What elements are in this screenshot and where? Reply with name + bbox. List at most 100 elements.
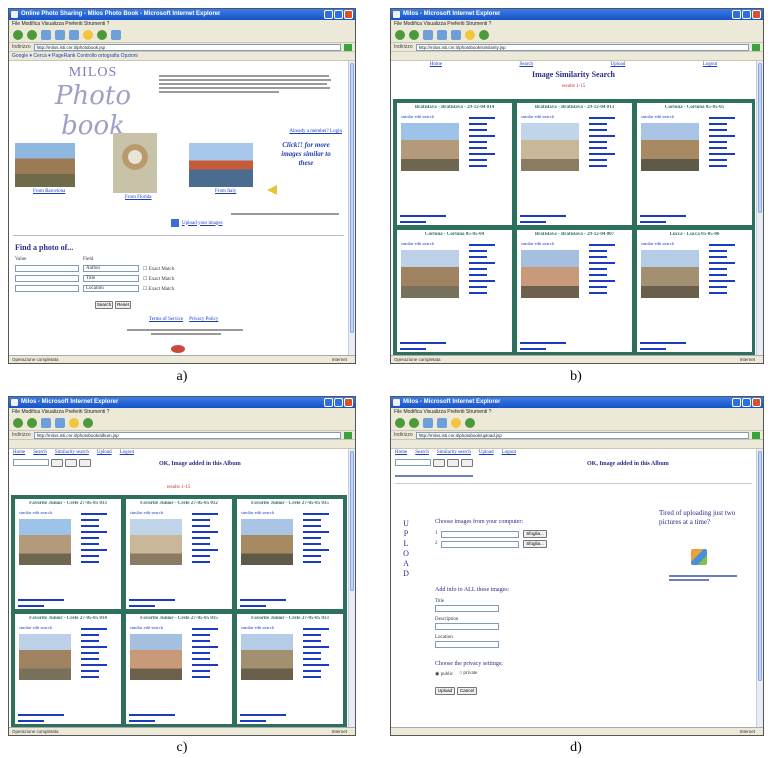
refresh-icon[interactable] — [55, 30, 65, 40]
result-actions[interactable]: similar edit search — [130, 625, 163, 631]
file-input-2[interactable] — [441, 541, 519, 548]
album-view-button[interactable] — [51, 459, 63, 467]
forward-icon[interactable] — [409, 418, 419, 428]
album-create-button[interactable] — [65, 459, 77, 467]
result-photo[interactable] — [521, 250, 579, 298]
menu-bar[interactable]: File Modifica Visualizza Preferiti Strum… — [391, 20, 763, 28]
minimize-button[interactable] — [732, 10, 741, 19]
reset-button[interactable]: Reset — [115, 301, 131, 309]
forward-icon[interactable] — [409, 30, 419, 40]
upload-link[interactable]: Upload your images — [182, 221, 223, 226]
privacy-link[interactable]: Privacy Policy — [189, 317, 218, 322]
google-toolbar[interactable] — [391, 440, 763, 449]
exact-match-2[interactable]: ☐ Exact Match — [143, 276, 174, 282]
minimize-button[interactable] — [324, 10, 333, 19]
nav-search[interactable]: Search — [415, 450, 429, 455]
result-actions[interactable]: similar edit search — [521, 114, 554, 120]
field-select-2[interactable]: Title — [83, 275, 139, 282]
history-icon[interactable] — [97, 30, 107, 40]
title-input[interactable] — [435, 605, 499, 612]
album-select[interactable] — [395, 459, 431, 466]
maximize-button[interactable] — [334, 10, 343, 19]
google-toolbar[interactable] — [9, 440, 355, 449]
result-photo[interactable] — [641, 123, 699, 171]
address-input[interactable]: http://milos.isti.cnr.it/photobook/album… — [33, 431, 341, 439]
result-actions[interactable]: similar edit search — [241, 625, 274, 631]
album-select[interactable] — [13, 459, 49, 466]
favorites-icon[interactable] — [69, 418, 79, 428]
search-value-1[interactable] — [15, 265, 79, 272]
address-input[interactable]: http://milos.isti.cnr.it/photobook/uploa… — [415, 431, 749, 439]
go-button[interactable] — [752, 43, 760, 51]
result-actions[interactable]: similar edit search — [241, 510, 274, 516]
maximize-button[interactable] — [334, 398, 343, 407]
result-actions[interactable]: similar edit search — [641, 241, 674, 247]
forward-icon[interactable] — [27, 418, 37, 428]
google-toolbar[interactable]: Google ▾ Cerca ▾ PageRank Controllo orto… — [9, 52, 355, 61]
favorites-icon[interactable] — [451, 418, 461, 428]
go-button[interactable] — [752, 431, 760, 439]
sample-photo-2[interactable] — [113, 133, 157, 193]
nav-logout[interactable]: Logout — [703, 62, 717, 67]
refresh-icon[interactable] — [437, 418, 447, 428]
nav-similarity[interactable]: Similarity search — [55, 450, 89, 455]
stop-icon[interactable] — [423, 418, 433, 428]
result-actions[interactable]: similar edit search — [130, 510, 163, 516]
field-select-1[interactable]: Author — [83, 265, 139, 272]
browse-button-1[interactable]: Sfoglia... — [523, 530, 547, 538]
refresh-icon[interactable] — [437, 30, 447, 40]
upload-tool-icon[interactable] — [691, 549, 707, 565]
favorites-icon[interactable] — [83, 30, 93, 40]
privacy-public-radio[interactable]: ◉ public — [435, 671, 453, 677]
photo-caption[interactable]: From Barcelona — [33, 189, 65, 194]
maximize-button[interactable] — [742, 398, 751, 407]
upload-button[interactable]: Upload — [435, 687, 455, 695]
click-more-text[interactable]: Click!! for more images similar to these — [281, 141, 331, 168]
home-icon[interactable] — [69, 30, 79, 40]
back-icon[interactable] — [395, 418, 405, 428]
address-input[interactable]: http://milos.isti.cnr.it/photobook.jsp — [33, 43, 341, 51]
go-button[interactable] — [344, 431, 352, 439]
home-icon[interactable] — [451, 30, 461, 40]
terms-link[interactable]: Terms of Service — [149, 317, 183, 322]
result-actions[interactable]: similar edit search — [401, 241, 434, 247]
album-delete-button[interactable] — [461, 459, 473, 467]
nav-upload[interactable]: Upload — [479, 450, 494, 455]
result-photo[interactable] — [401, 123, 459, 171]
privacy-private-radio[interactable]: ○ private — [459, 671, 477, 677]
exact-match-1[interactable]: ☐ Exact Match — [143, 266, 174, 272]
result-actions[interactable]: similar edit search — [401, 114, 434, 120]
stop-icon[interactable] — [41, 30, 51, 40]
refresh-icon[interactable] — [55, 418, 65, 428]
history-icon[interactable] — [465, 418, 475, 428]
google-toolbar[interactable] — [391, 52, 763, 61]
menu-bar[interactable]: File Modifica Visualizza Preferiti Strum… — [9, 20, 355, 28]
nav-similarity[interactable]: Similarity search — [437, 450, 471, 455]
result-photo[interactable] — [130, 634, 182, 680]
stop-icon[interactable] — [41, 418, 51, 428]
browse-button-2[interactable]: Sfoglia... — [523, 540, 547, 548]
nav-upload[interactable]: Upload — [611, 62, 626, 67]
maximize-button[interactable] — [742, 10, 751, 19]
result-photo[interactable] — [241, 634, 293, 680]
close-button[interactable] — [344, 398, 353, 407]
nav-home[interactable]: Home — [430, 62, 442, 67]
cancel-button[interactable]: Cancel — [457, 687, 477, 695]
back-icon[interactable] — [13, 418, 23, 428]
minimize-button[interactable] — [324, 398, 333, 407]
go-button[interactable] — [344, 43, 352, 51]
photo-caption[interactable]: From Florida — [125, 195, 152, 200]
nav-upload[interactable]: Upload — [97, 450, 112, 455]
close-button[interactable] — [752, 10, 761, 19]
nav-logout[interactable]: Logout — [502, 450, 516, 455]
description-input[interactable] — [435, 623, 499, 630]
search-value-2[interactable] — [15, 275, 79, 282]
search-button[interactable]: Search — [95, 301, 113, 309]
nav-home[interactable]: Home — [13, 450, 25, 455]
nav-home[interactable]: Home — [395, 450, 407, 455]
close-button[interactable] — [344, 10, 353, 19]
minimize-button[interactable] — [732, 398, 741, 407]
vertical-scrollbar[interactable] — [348, 61, 355, 357]
address-input[interactable]: http://milos.isti.cnr.it/photobook/simil… — [415, 43, 749, 51]
upload-area[interactable]: Upload your images — [171, 219, 223, 227]
